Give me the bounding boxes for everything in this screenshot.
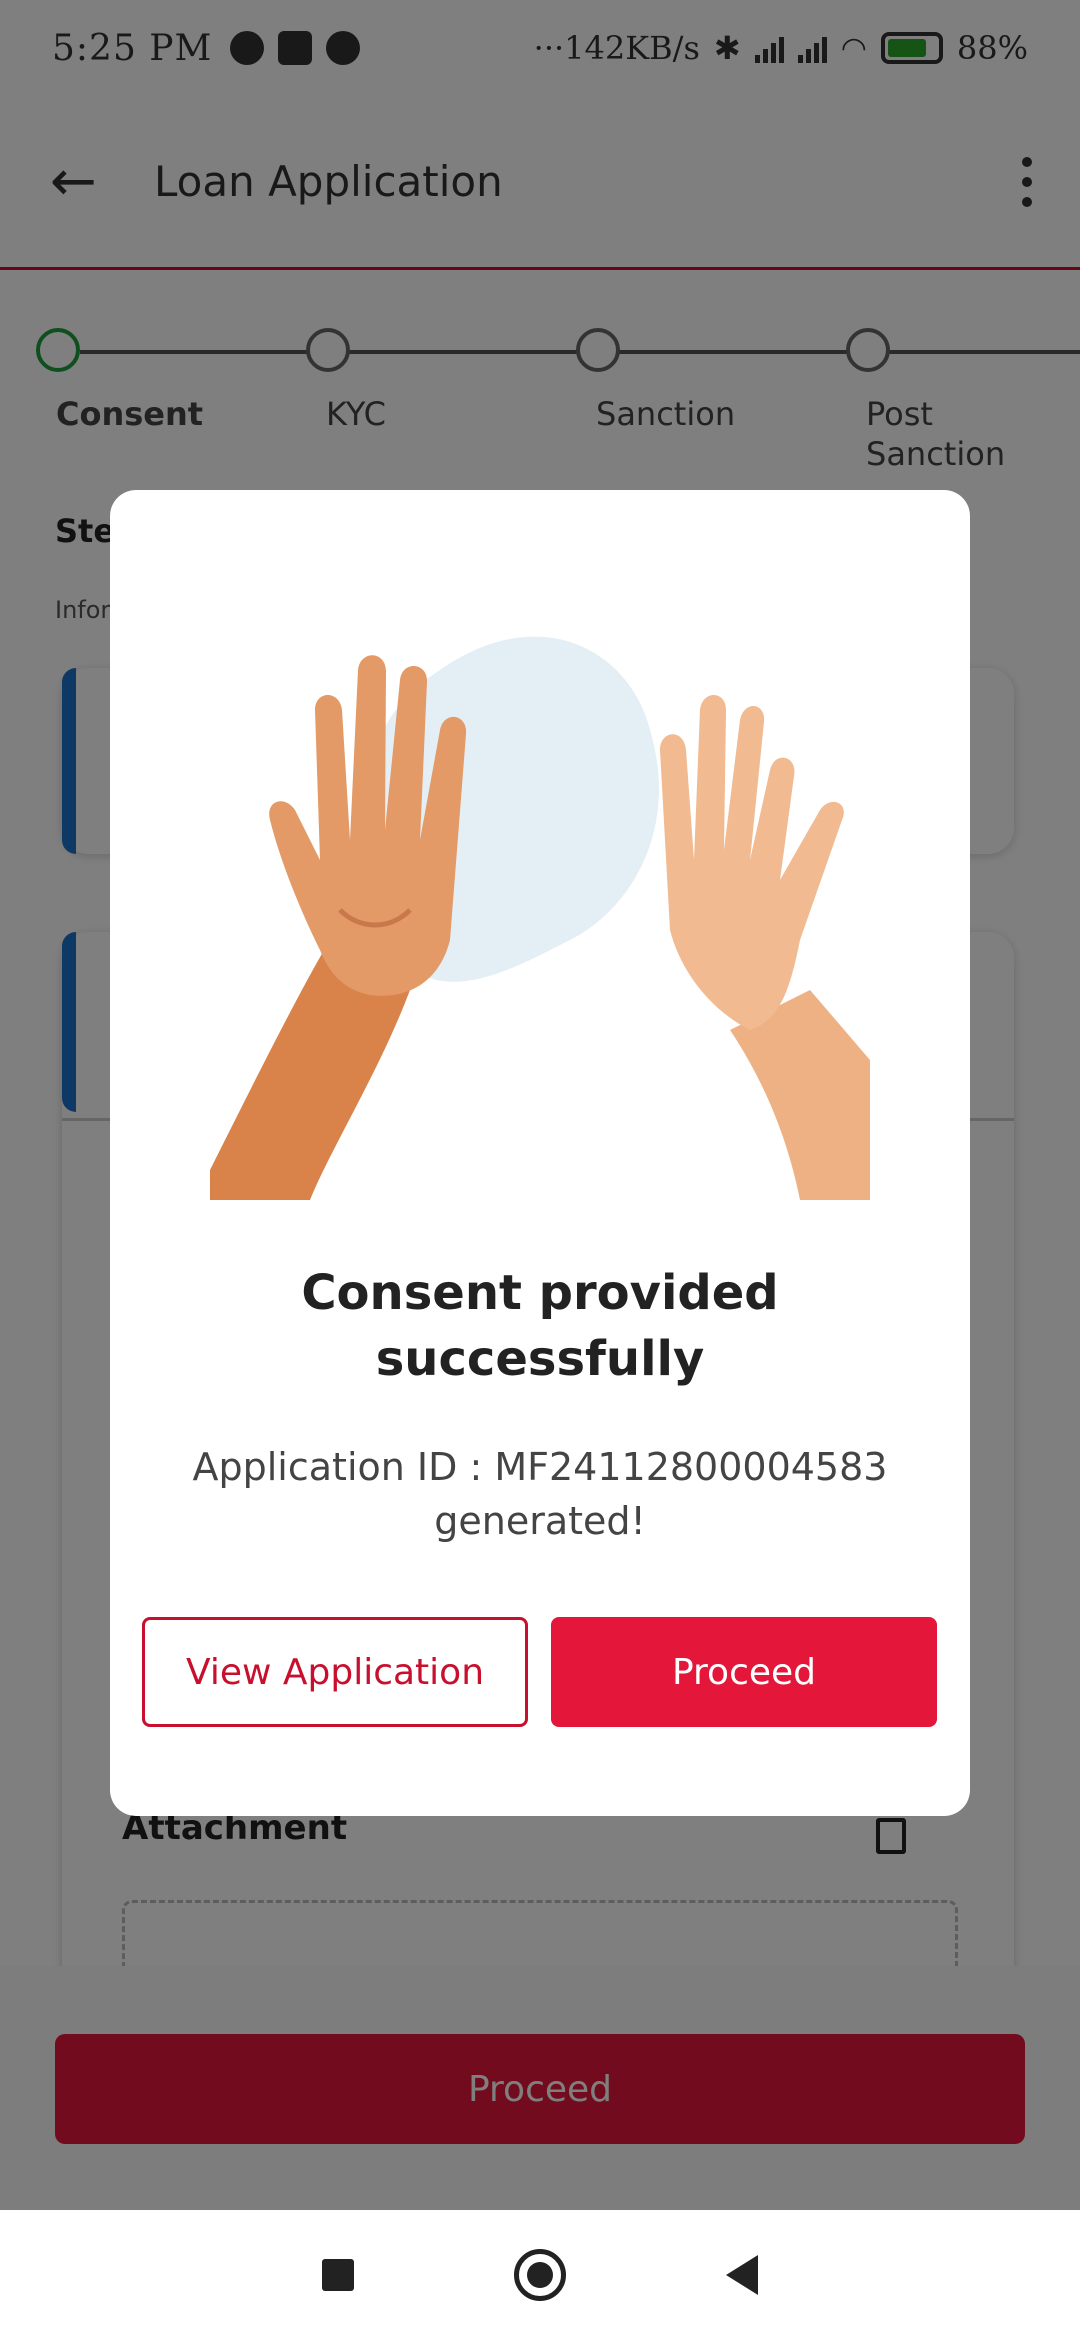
dialog-title: Consent provided successfully [301, 1265, 779, 1387]
system-nav-bar [0, 2210, 1080, 2340]
success-dialog: Consent provided successfully Applicatio… [110, 490, 970, 1816]
back-icon[interactable] [726, 2255, 758, 2295]
view-application-button[interactable]: View Application [142, 1617, 528, 1727]
dialog-message: Application ID : MF24112800004583 genera… [192, 1445, 888, 1543]
recents-icon[interactable] [322, 2259, 354, 2291]
home-icon[interactable] [514, 2249, 566, 2301]
proceed-button[interactable]: Proceed [551, 1617, 937, 1727]
high-five-illustration [210, 636, 870, 1200]
